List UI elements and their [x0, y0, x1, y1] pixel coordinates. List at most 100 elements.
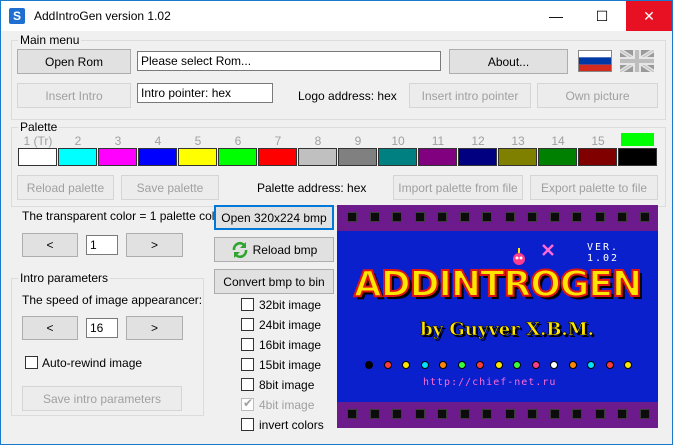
bmp-option-label[interactable]: invert colors	[259, 418, 324, 432]
palette-swatch[interactable]	[578, 148, 617, 166]
decor-dot	[550, 361, 558, 369]
minimize-button[interactable]: —	[533, 1, 579, 31]
palette-swatch[interactable]	[458, 148, 497, 166]
film-hole	[369, 409, 380, 419]
decor-dot	[476, 361, 484, 369]
insert-intro-button[interactable]: Insert Intro	[17, 83, 131, 108]
film-hole	[572, 212, 582, 222]
bmp-option-label[interactable]: 16bit image	[259, 338, 321, 352]
export-palette-button[interactable]: Export palette to file	[530, 175, 658, 200]
bmp-option-checkbox[interactable]	[241, 298, 254, 311]
reload-bmp-button[interactable]: Reload bmp	[214, 237, 334, 262]
bmp-option-checkbox[interactable]	[241, 418, 254, 431]
intro-pointer-field[interactable]: Intro pointer: hex	[137, 83, 273, 103]
film-hole	[594, 212, 605, 222]
decor-dot	[439, 361, 447, 369]
film-hole	[437, 409, 447, 419]
bmp-option-checkbox[interactable]	[241, 338, 254, 351]
logo-address-label: Logo address: hex	[298, 89, 397, 103]
bmp-option-checkbox: ✔	[241, 396, 254, 411]
palette-swatch[interactable]	[418, 148, 457, 166]
film-hole	[459, 409, 470, 419]
palette-number: 11	[431, 134, 445, 148]
palette-swatch[interactable]	[338, 148, 377, 166]
app-window: S AddIntroGen version 1.02 — ☐ ✕ Main me…	[0, 0, 673, 445]
speed-value-field[interactable]: 16	[86, 318, 118, 338]
byline-text: by Guyver X.B.M.	[420, 319, 594, 341]
logo-text: ADDINTROGEN	[353, 264, 643, 306]
palette-swatch[interactable]	[98, 148, 137, 166]
palette-number: 9	[354, 134, 362, 148]
film-hole	[459, 212, 470, 222]
palette-number: 6	[234, 134, 242, 148]
decor-dot	[531, 361, 540, 369]
palette-swatch[interactable]	[498, 148, 537, 166]
film-hole	[639, 212, 650, 222]
convert-bmp-button[interactable]: Convert bmp to bin	[214, 269, 334, 294]
palette-swatch[interactable]	[178, 148, 217, 166]
uk-flag-icon[interactable]	[618, 48, 656, 74]
decor-dot	[365, 361, 373, 369]
transparent-value-field[interactable]: 1	[86, 235, 118, 255]
decor-dot	[383, 361, 392, 369]
maximize-button[interactable]: ☐	[579, 1, 625, 31]
palette-swatch[interactable]	[258, 148, 297, 166]
bmp-option-label[interactable]: 32bit image	[259, 298, 321, 312]
russian-flag-icon[interactable]	[578, 50, 612, 72]
intro-parameters-title: Intro parameters	[18, 271, 111, 285]
palette-swatch[interactable]	[538, 148, 577, 166]
palette-swatch[interactable]	[58, 148, 97, 166]
bmp-option-label[interactable]: 8bit image	[259, 378, 314, 392]
palette-swatch[interactable]	[18, 148, 57, 166]
decor-dot	[494, 361, 503, 369]
palette-number: 3	[114, 134, 122, 148]
palette-number: 2	[74, 134, 82, 148]
palette-number: 14	[551, 134, 565, 148]
speed-increment-button[interactable]: >	[126, 316, 183, 340]
open-rom-button[interactable]: Open Rom	[17, 49, 131, 74]
open-bmp-button[interactable]: Open 320x224 bmp	[214, 205, 334, 230]
auto-rewind-label[interactable]: Auto-rewind image	[42, 356, 142, 370]
reload-bmp-label: Reload bmp	[252, 242, 318, 257]
film-hole	[482, 409, 492, 419]
close-button[interactable]: ✕	[626, 1, 672, 31]
bmp-option-checkbox[interactable]	[241, 318, 254, 331]
speed-decrement-button[interactable]: <	[22, 316, 78, 340]
palette-title: Palette	[18, 120, 60, 134]
reload-palette-button[interactable]: Reload palette	[17, 175, 114, 200]
film-hole	[527, 212, 537, 222]
decor-dot	[605, 361, 614, 369]
palette-swatch[interactable]	[298, 148, 337, 166]
auto-rewind-checkbox[interactable]	[25, 356, 38, 369]
insert-intro-pointer-button[interactable]: Insert intro pointer	[409, 83, 531, 108]
speed-label: The speed of image appearancer:	[22, 293, 203, 307]
about-button[interactable]: About...	[449, 49, 568, 74]
transparent-color-label: The transparent color = 1 palette color	[22, 209, 226, 223]
bmp-option-label[interactable]: 24bit image	[259, 318, 321, 332]
bmp-option-checkbox[interactable]	[241, 378, 254, 391]
film-hole	[347, 212, 357, 222]
film-hole	[392, 212, 402, 222]
bmp-option-checkbox[interactable]	[241, 358, 254, 371]
film-hole	[639, 409, 650, 419]
film-hole	[504, 212, 515, 222]
decor-dot	[513, 361, 521, 369]
transparent-decrement-button[interactable]: <	[22, 233, 78, 257]
palette-swatch[interactable]	[378, 148, 417, 166]
decor-dot	[587, 361, 595, 369]
rom-path-field[interactable]: Please select Rom...	[137, 51, 441, 71]
save-palette-button[interactable]: Save palette	[121, 175, 219, 200]
palette-selected-indicator	[621, 133, 654, 146]
transparent-increment-button[interactable]: >	[126, 233, 183, 257]
palette-number: 5	[194, 134, 202, 148]
palette-swatch[interactable]	[618, 148, 657, 166]
palette-swatch[interactable]	[218, 148, 257, 166]
import-palette-button[interactable]: Import palette from file	[393, 175, 523, 200]
palette-swatch[interactable]	[138, 148, 177, 166]
title-bar[interactable]: S AddIntroGen version 1.02 — ☐ ✕	[1, 1, 672, 31]
own-picture-button[interactable]: Own picture	[537, 83, 658, 108]
bmp-option-label[interactable]: 15bit image	[259, 358, 321, 372]
film-hole	[482, 212, 492, 222]
film-hole	[617, 409, 627, 419]
save-intro-parameters-button[interactable]: Save intro parameters	[22, 386, 182, 411]
